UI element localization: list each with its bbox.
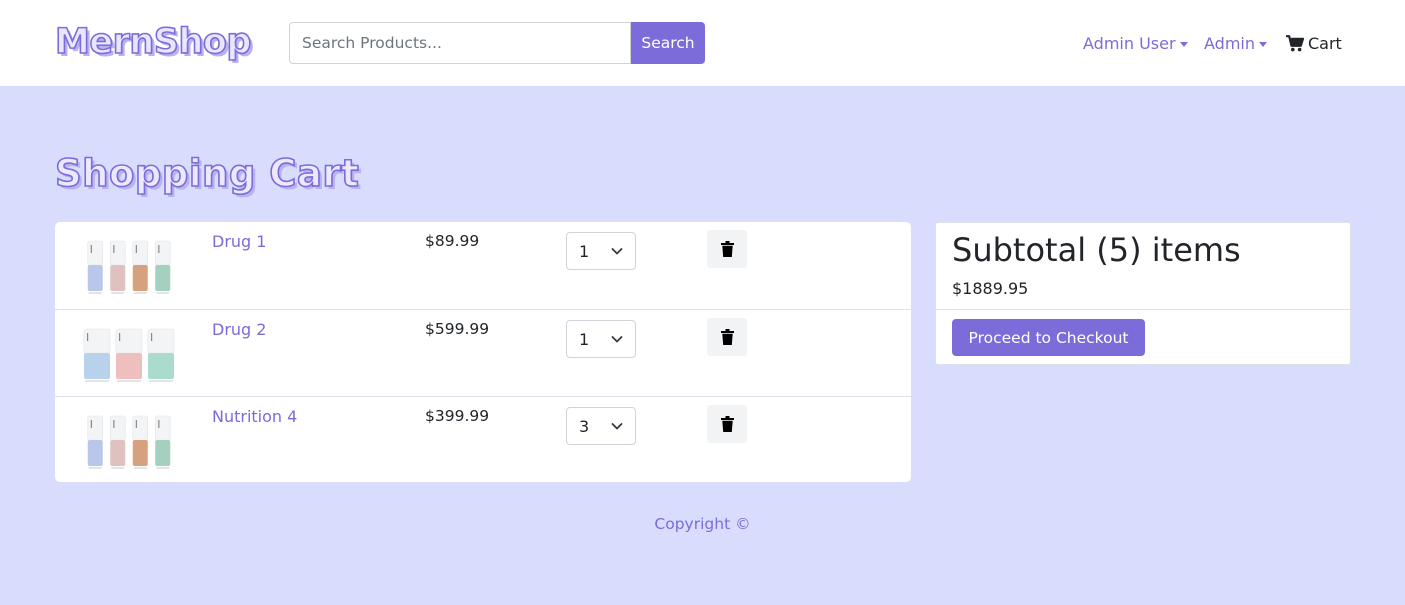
- delete-item-button[interactable]: [707, 405, 747, 443]
- footer-copyright: Copyright ©: [654, 515, 751, 533]
- bottle-shape: [154, 415, 171, 469]
- product-price: $599.99: [425, 320, 490, 338]
- subtotal-heading: Subtotal (5) items: [952, 231, 1241, 269]
- product-price: $89.99: [425, 232, 480, 250]
- product-bottles-image: [87, 415, 171, 469]
- admin-user-dropdown[interactable]: Admin User: [1083, 32, 1188, 54]
- caret-down-icon: [1259, 41, 1267, 47]
- cart-link[interactable]: Cart: [1286, 32, 1342, 54]
- quantity-select[interactable]: 1: [566, 320, 636, 358]
- product-thumbnail[interactable]: [79, 412, 179, 474]
- quantity-select[interactable]: 1: [566, 232, 636, 270]
- bottle-shape: [115, 328, 143, 382]
- product-bottles-image: [87, 240, 171, 294]
- cart-item-row: Drug 2 $599.99 1: [55, 309, 911, 396]
- cart-item-list: Drug 1 $89.99 1 Drug 2 $599.99 1 Nutriti…: [55, 222, 911, 482]
- bottle-shape: [87, 240, 104, 294]
- bottle-shape: [109, 240, 126, 294]
- cart-item-row: Nutrition 4 $399.99 3: [55, 396, 911, 482]
- product-thumbnail[interactable]: [79, 237, 179, 299]
- shopping-cart-icon: [1286, 34, 1304, 52]
- quantity-select[interactable]: 3: [566, 407, 636, 445]
- product-name-link[interactable]: Drug 1: [212, 232, 266, 251]
- bottle-shape: [132, 240, 149, 294]
- product-name-link[interactable]: Drug 2: [212, 320, 266, 339]
- quantity-value: 1: [579, 241, 590, 261]
- admin-label: Admin: [1204, 33, 1255, 53]
- trash-icon: [720, 416, 734, 432]
- brand-logo[interactable]: MernShop: [54, 21, 252, 63]
- admin-dropdown[interactable]: Admin: [1204, 32, 1267, 54]
- chevron-down-icon: [611, 421, 623, 431]
- divider: [936, 309, 1350, 310]
- bottle-shape: [147, 328, 175, 382]
- chevron-down-icon: [611, 246, 623, 256]
- cart-item-row: Drug 1 $89.99 1: [55, 222, 911, 309]
- order-summary-card: Subtotal (5) items $1889.95 Proceed to C…: [935, 222, 1351, 365]
- bottle-shape: [132, 415, 149, 469]
- delete-item-button[interactable]: [707, 318, 747, 356]
- bottle-shape: [154, 240, 171, 294]
- search-button[interactable]: Search: [631, 22, 705, 64]
- proceed-to-checkout-button[interactable]: Proceed to Checkout: [952, 319, 1145, 356]
- caret-down-icon: [1179, 41, 1188, 47]
- quantity-value: 3: [579, 416, 590, 436]
- page-title: Shopping Cart: [54, 151, 360, 196]
- quantity-value: 1: [579, 329, 590, 349]
- subtotal-amount: $1889.95: [952, 279, 1029, 298]
- top-navbar: MernShop Search Admin User Admin Cart: [0, 0, 1405, 86]
- chevron-down-icon: [611, 334, 623, 344]
- product-name-link[interactable]: Nutrition 4: [212, 407, 297, 426]
- bottle-shape: [109, 415, 126, 469]
- delete-item-button[interactable]: [707, 230, 747, 268]
- product-price: $399.99: [425, 407, 490, 425]
- search-input[interactable]: [289, 22, 631, 64]
- cart-label: Cart: [1308, 33, 1342, 53]
- product-thumbnail[interactable]: [79, 325, 179, 387]
- bottle-shape: [83, 328, 111, 382]
- bottle-shape: [87, 415, 104, 469]
- product-bottles-image: [83, 328, 175, 382]
- trash-icon: [720, 241, 734, 257]
- admin-user-label: Admin User: [1083, 33, 1176, 53]
- trash-icon: [720, 329, 734, 345]
